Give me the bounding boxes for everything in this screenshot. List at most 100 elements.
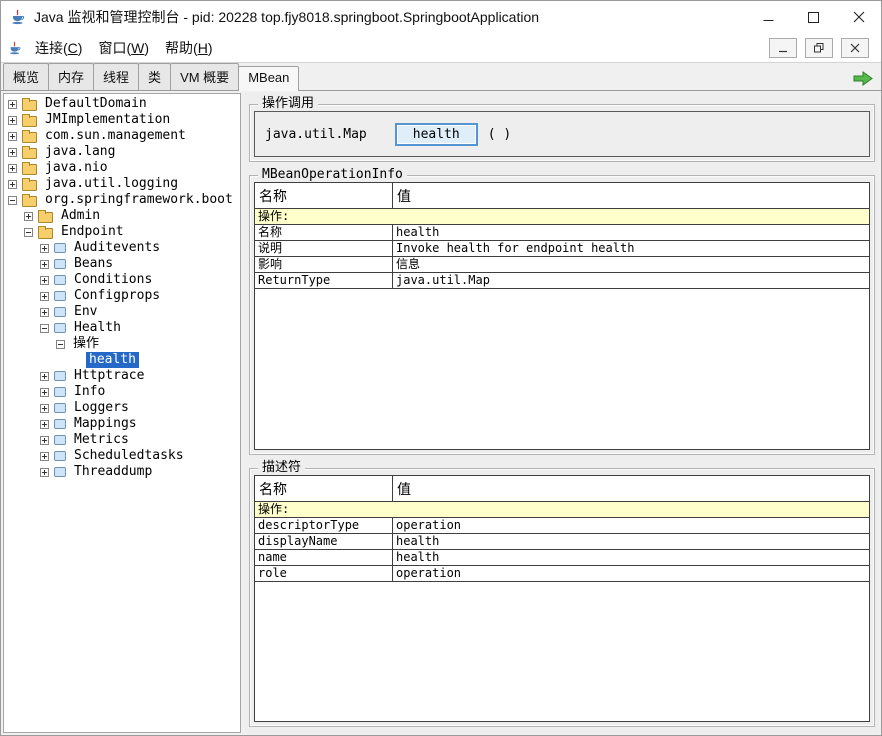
mbean-icon <box>54 323 66 333</box>
table-row[interactable]: ReturnTypejava.util.Map <box>255 273 869 289</box>
tree-expander-plus-icon[interactable] <box>40 244 49 253</box>
column-header[interactable]: 名称 <box>255 476 393 501</box>
tree-label: Admin <box>58 208 103 224</box>
table-cell: operation <box>393 518 869 533</box>
tree-item[interactable]: Mappings <box>4 416 240 432</box>
invoke-health-button[interactable]: health <box>395 123 478 146</box>
table-row[interactable]: descriptorTypeoperation <box>255 518 869 534</box>
tree-expander-plus-icon[interactable] <box>8 180 17 189</box>
table-row[interactable]: namehealth <box>255 550 869 566</box>
tree-item[interactable]: Auditevents <box>4 240 240 256</box>
table-cell: Invoke health for endpoint health <box>393 241 869 256</box>
tab-classes[interactable]: 类 <box>138 63 171 90</box>
operation-signature: ( ) <box>488 127 511 142</box>
tree-label: Metrics <box>71 432 132 448</box>
tree-item[interactable]: Loggers <box>4 400 240 416</box>
menu-item-window[interactable]: 窗口(W) <box>90 34 157 62</box>
table-empty-area <box>255 582 869 721</box>
tree-label: java.lang <box>42 144 118 160</box>
tree-item[interactable]: Scheduledtasks <box>4 448 240 464</box>
tree-expander-minus-icon[interactable] <box>24 228 33 237</box>
tree-expander-plus-icon[interactable] <box>40 436 49 445</box>
section-row: 操作: <box>255 502 869 518</box>
tree-item[interactable]: Info <box>4 384 240 400</box>
tab-threads[interactable]: 线程 <box>93 63 139 90</box>
tree-item[interactable]: Threaddump <box>4 464 240 480</box>
tree-expander-plus-icon[interactable] <box>8 164 17 173</box>
tree-item[interactable]: java.util.logging <box>4 176 240 192</box>
tree-item[interactable]: Beans <box>4 256 240 272</box>
table-cell: displayName <box>255 534 393 549</box>
tree-item[interactable]: com.sun.management <box>4 128 240 144</box>
tree-expander-plus-icon[interactable] <box>40 404 49 413</box>
tree-expander-plus-icon[interactable] <box>40 468 49 477</box>
column-header[interactable]: 值 <box>393 476 869 501</box>
minimize-button[interactable] <box>746 1 791 33</box>
mdi-restore-button[interactable] <box>805 38 833 58</box>
table-row[interactable]: displayNamehealth <box>255 534 869 550</box>
close-button[interactable] <box>836 1 881 33</box>
mbean-icon <box>54 291 66 301</box>
tab-vm-summary[interactable]: VM 概要 <box>170 63 239 90</box>
tab-mbean[interactable]: MBean <box>238 66 299 91</box>
mbean-icon <box>54 275 66 285</box>
table-row[interactable]: 名称health <box>255 225 869 241</box>
tree-expander-minus-icon[interactable] <box>40 324 49 333</box>
tree-item[interactable]: org.springframework.boot <box>4 192 240 208</box>
mbean-icon <box>54 419 66 429</box>
table-row[interactable]: 影响信息 <box>255 257 869 273</box>
tree-expander-plus-icon[interactable] <box>8 116 17 125</box>
tree-expander-minus-icon[interactable] <box>56 340 65 349</box>
mbean-tree: DefaultDomainJMImplementationcom.sun.man… <box>3 93 241 733</box>
tree-item[interactable]: java.lang <box>4 144 240 160</box>
tree-expander-plus-icon[interactable] <box>8 132 17 141</box>
menu-item-connection[interactable]: 连接(C) <box>27 34 90 62</box>
tree-expander-plus-icon[interactable] <box>40 260 49 269</box>
tab-memory[interactable]: 内存 <box>48 63 94 90</box>
column-header[interactable]: 名称 <box>255 183 393 208</box>
mdi-minimize-button[interactable] <box>769 38 797 58</box>
tree-expander-plus-icon[interactable] <box>40 388 49 397</box>
tree-expander-plus-icon[interactable] <box>8 148 17 157</box>
menu-item-help[interactable]: 帮助(H) <box>157 34 220 62</box>
tree-item[interactable]: 操作 <box>4 336 240 352</box>
tree-expander-plus-icon[interactable] <box>40 420 49 429</box>
tree-item[interactable]: Health <box>4 320 240 336</box>
titlebar: Java 监视和管理控制台 - pid: 20228 top.fjy8018.s… <box>1 1 881 33</box>
tree-item[interactable]: Endpoint <box>4 224 240 240</box>
table-header-row: 名称值 <box>255 183 869 209</box>
table-cell: java.util.Map <box>393 273 869 288</box>
mdi-close-button[interactable] <box>841 38 869 58</box>
tree-item[interactable]: DefaultDomain <box>4 96 240 112</box>
tab-bar: 概览内存线程类VM 概要MBean <box>1 63 881 91</box>
tree-expander-plus-icon[interactable] <box>40 276 49 285</box>
tree-expander-plus-icon[interactable] <box>40 452 49 461</box>
tree-item[interactable]: Conditions <box>4 272 240 288</box>
tree-item[interactable]: Env <box>4 304 240 320</box>
tree-label: Httptrace <box>71 368 147 384</box>
tree-expander-plus-icon[interactable] <box>40 308 49 317</box>
tree-label: Loggers <box>71 400 132 416</box>
maximize-button[interactable] <box>791 1 836 33</box>
tree-item[interactable]: Httptrace <box>4 368 240 384</box>
group-title-operation-info: MBeanOperationInfo <box>258 167 407 182</box>
tree-item[interactable]: health <box>4 352 240 368</box>
tree-item[interactable]: Configprops <box>4 288 240 304</box>
tree-expander-minus-icon[interactable] <box>8 196 17 205</box>
table-row[interactable]: roleoperation <box>255 566 869 582</box>
tree-expander-plus-icon[interactable] <box>40 292 49 301</box>
tree-item[interactable]: JMImplementation <box>4 112 240 128</box>
table-row[interactable]: 说明Invoke health for endpoint health <box>255 241 869 257</box>
tree-expander-plus-icon[interactable] <box>8 100 17 109</box>
tree-item[interactable]: Admin <box>4 208 240 224</box>
window-title: Java 监视和管理控制台 - pid: 20228 top.fjy8018.s… <box>34 7 539 27</box>
tab-overview[interactable]: 概览 <box>3 63 49 90</box>
tree-item[interactable]: java.nio <box>4 160 240 176</box>
tree-expander-plus-icon[interactable] <box>40 372 49 381</box>
folder-icon <box>38 228 53 239</box>
tree-expander-plus-icon[interactable] <box>24 212 33 221</box>
tree-item[interactable]: Metrics <box>4 432 240 448</box>
window-controls <box>746 1 881 33</box>
column-header[interactable]: 值 <box>393 183 869 208</box>
mbean-icon <box>54 243 66 253</box>
